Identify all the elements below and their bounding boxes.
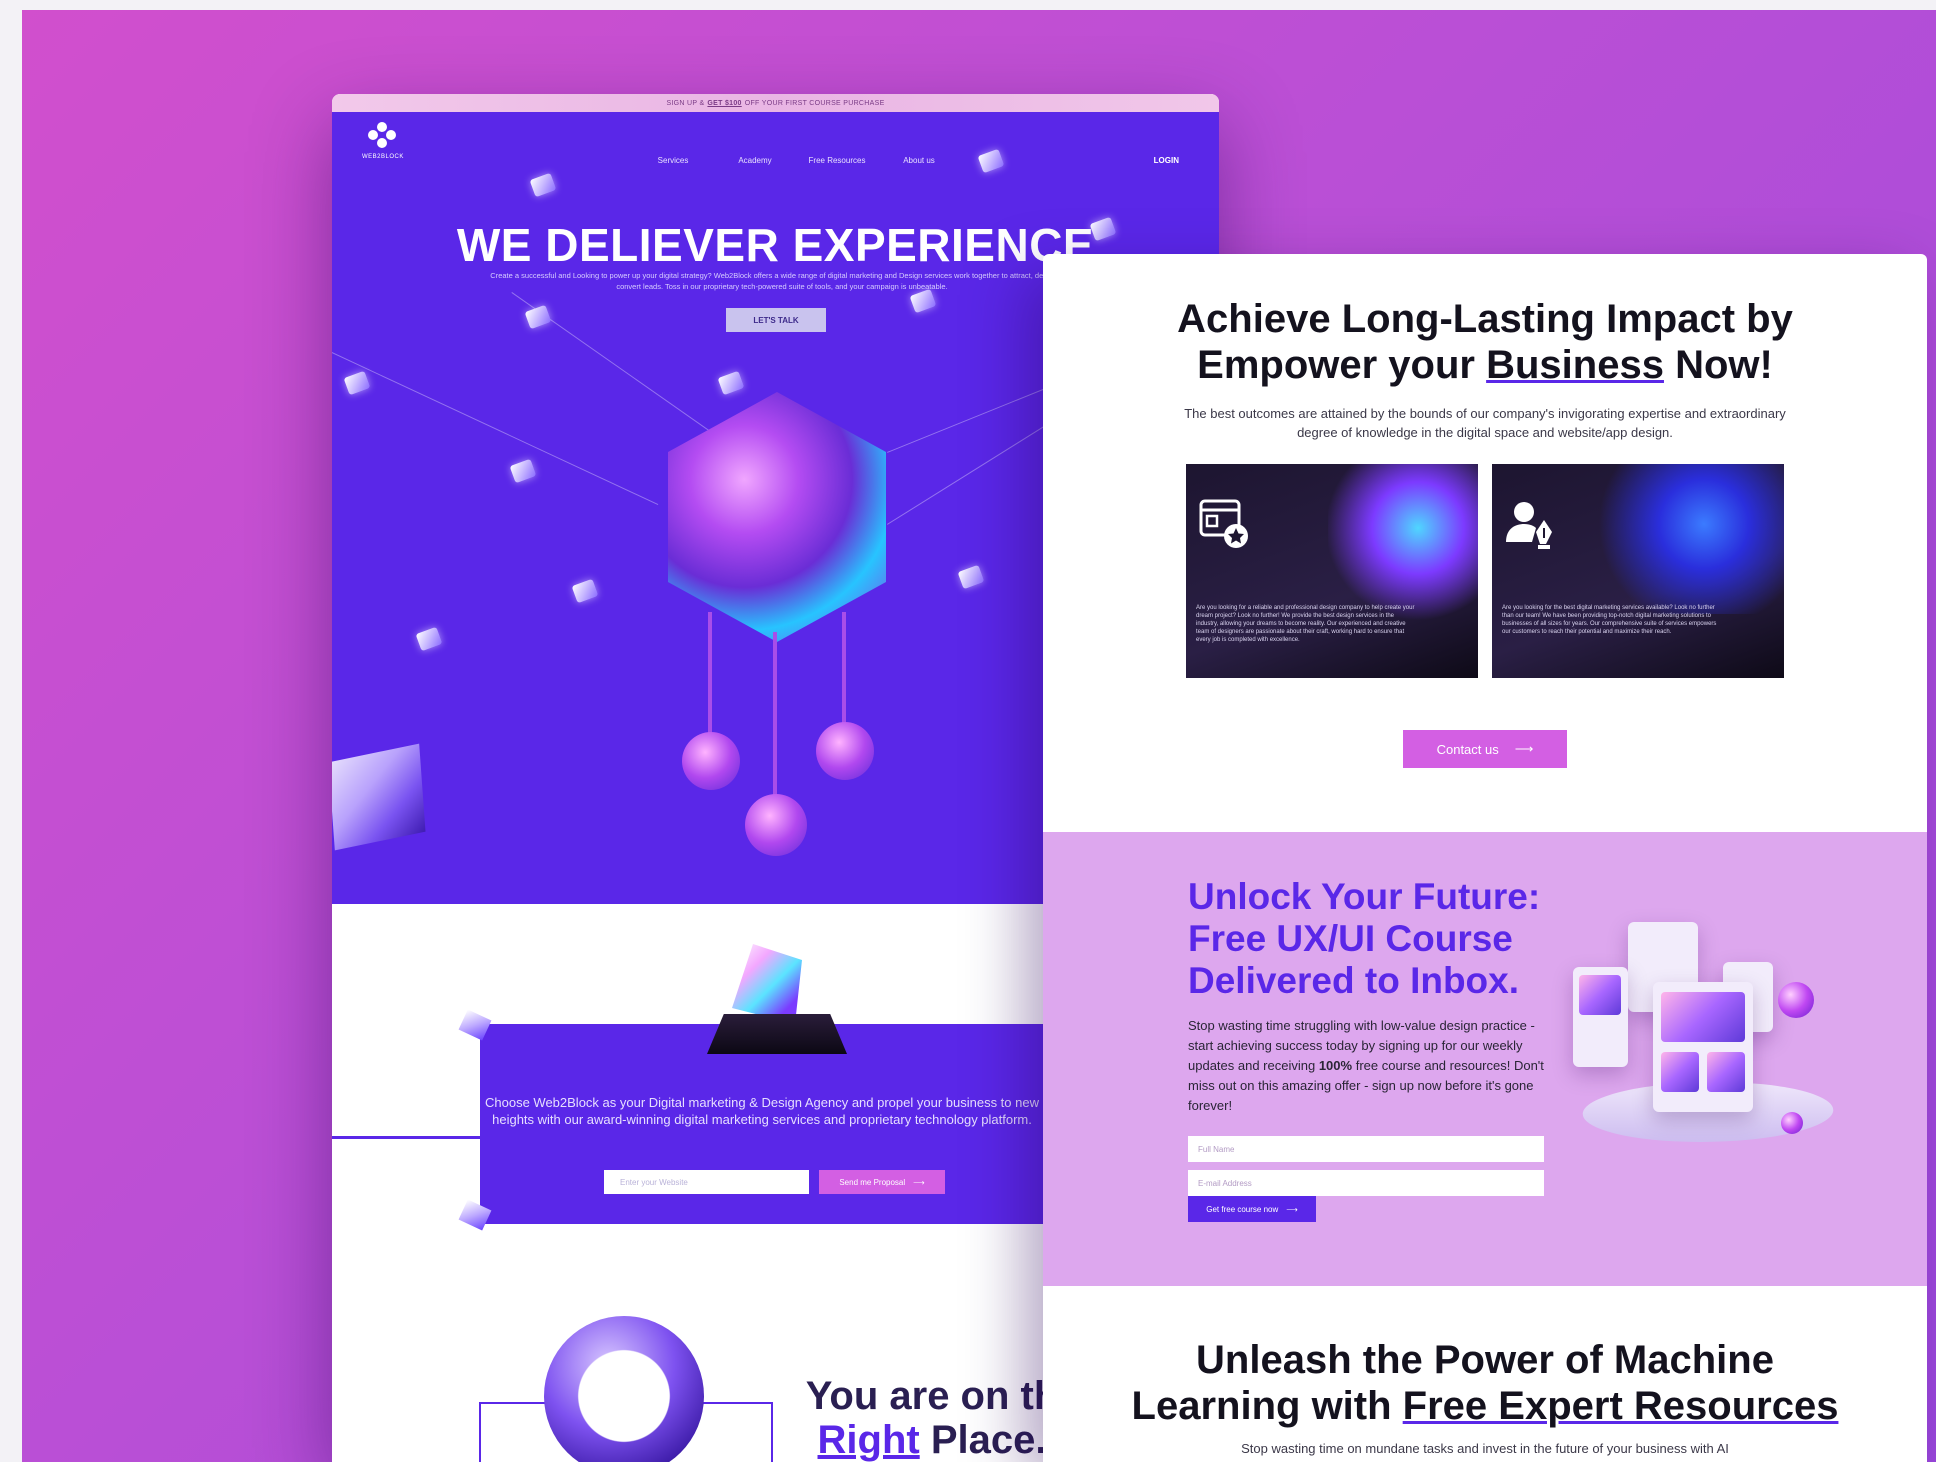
card-description: Are you looking for a reliable and profe… xyxy=(1196,605,1415,643)
arrow-right-icon: ⟶ xyxy=(913,1177,925,1187)
ui-mockup-illustration xyxy=(1573,922,1843,1182)
floating-gem xyxy=(909,288,937,314)
nav-item-services[interactable]: Services xyxy=(632,156,714,165)
illustration-orb xyxy=(1781,1112,1803,1134)
contact-us-label: Contact us xyxy=(1436,741,1499,757)
place-line-2: Place. xyxy=(930,1418,1047,1462)
floating-gem xyxy=(343,370,371,396)
illustration-card xyxy=(1653,982,1753,1112)
hero-crystal-cube xyxy=(668,392,886,642)
floating-gem xyxy=(571,578,599,604)
impact-description: The best outcomes are attained by the bo… xyxy=(1184,406,1786,440)
send-proposal-button[interactable]: Send me Proposal ⟶ xyxy=(819,1170,945,1194)
card-description: Are you looking for the best digital mar… xyxy=(1502,605,1717,635)
ml-heading-pre: Learning with xyxy=(1131,1384,1392,1428)
proposal-description: Choose Web2Block as your Digital marketi… xyxy=(484,1095,1039,1127)
nav-item-free-resources[interactable]: Free Resources xyxy=(796,156,878,165)
hanging-orb xyxy=(682,732,740,790)
contact-us-button[interactable]: Contact us ⟶ xyxy=(1403,730,1567,768)
nav-item-academy[interactable]: Academy xyxy=(714,156,796,165)
send-proposal-label: Send me Proposal xyxy=(839,1177,906,1187)
floating-gem xyxy=(415,626,443,652)
impact-heading-post: Now! xyxy=(1675,343,1773,387)
illustration-card xyxy=(1573,967,1628,1067)
decorative-line xyxy=(332,1136,480,1139)
crystal-trophy xyxy=(707,944,847,1054)
free-course-description: Stop wasting time struggling with low-va… xyxy=(1188,1018,1544,1113)
logo-text: WEB2BLOCK xyxy=(362,154,404,160)
cube-stem xyxy=(708,612,712,742)
card-artwork xyxy=(1584,464,1784,614)
user-pen-icon xyxy=(1506,502,1552,549)
login-link[interactable]: LOGIN xyxy=(1154,156,1179,165)
brand-logo[interactable]: WEB2BLOCK xyxy=(362,122,404,160)
promo-bar[interactable]: SIGN UP & GET $100 OFF YOUR FIRST COURSE… xyxy=(332,94,1219,112)
decorative-ray xyxy=(332,352,659,506)
service-card-design[interactable]: Are you looking for a reliable and profe… xyxy=(1186,464,1478,678)
arrow-right-icon: ⟶ xyxy=(1514,741,1534,756)
place-line-1: You are on th xyxy=(805,1374,1059,1418)
full-name-input[interactable]: Full Name xyxy=(1188,1136,1544,1162)
nav-links: Services Academy Free Resources About us xyxy=(632,156,960,165)
free-course-section: Unlock Your Future: Free UX/UI Course De… xyxy=(1043,832,1927,1286)
floating-gem xyxy=(509,458,537,484)
hanging-orb xyxy=(816,722,874,780)
promo-highlight[interactable]: GET $100 xyxy=(707,100,741,107)
ml-heading-highlight: Free Expert Resources xyxy=(1402,1384,1839,1428)
illustration-orb xyxy=(1778,982,1814,1018)
right-place-heading: You are on th Right Place. xyxy=(782,1374,1082,1462)
floating-gem xyxy=(524,304,552,330)
machine-learning-heading: Unleash the Power of Machine Learning wi… xyxy=(1043,1337,1927,1429)
impact-heading-pre: Empower your xyxy=(1197,343,1475,387)
promo-suffix: OFF YOUR FIRST COURSE PURCHASE xyxy=(744,99,885,107)
hanging-orb xyxy=(745,794,807,856)
logo-icon xyxy=(368,122,396,150)
impact-heading-line-1: Achieve Long-Lasting Impact by xyxy=(1177,297,1793,341)
website-input[interactable]: Enter your Website xyxy=(604,1170,809,1194)
card-artwork xyxy=(1328,464,1478,624)
crystal-ring xyxy=(544,1316,704,1462)
nav-item-about-us[interactable]: About us xyxy=(878,156,960,165)
decorative-crystal xyxy=(332,743,426,851)
impact-heading: Achieve Long-Lasting Impact by Empower y… xyxy=(1043,296,1927,388)
browser-star-icon xyxy=(1199,499,1248,548)
email-input[interactable]: E-mail Address xyxy=(1188,1170,1544,1196)
ml-heading-line-1: Unleash the Power of Machine xyxy=(1196,1338,1774,1382)
promo-prefix: SIGN UP & xyxy=(666,99,705,107)
floating-gem xyxy=(717,370,745,396)
percent-highlight: 100% xyxy=(1318,1058,1353,1073)
free-course-heading: Unlock Your Future: Free UX/UI Course De… xyxy=(1188,876,1541,1001)
right-page-mockup: Achieve Long-Lasting Impact by Empower y… xyxy=(1043,254,1927,1462)
floating-gem xyxy=(957,564,985,590)
machine-learning-description: Stop wasting time on mundane tasks and i… xyxy=(1241,1441,1729,1456)
impact-heading-highlight: Business xyxy=(1486,343,1664,387)
get-free-course-label: Get free course now xyxy=(1206,1204,1279,1214)
service-card-marketing[interactable]: Are you looking for the best digital mar… xyxy=(1492,464,1784,678)
get-free-course-button[interactable]: Get free course now ⟶ xyxy=(1188,1196,1316,1222)
hero-subtitle: Create a successful and Looking to power… xyxy=(490,271,1074,291)
lets-talk-button[interactable]: LET'S TALK xyxy=(726,308,826,332)
arrow-right-icon: ⟶ xyxy=(1286,1204,1298,1214)
place-highlight: Right xyxy=(817,1418,920,1462)
cube-stem xyxy=(773,632,777,812)
top-navigation: WEB2BLOCK Services Academy Free Resource… xyxy=(332,112,1219,182)
